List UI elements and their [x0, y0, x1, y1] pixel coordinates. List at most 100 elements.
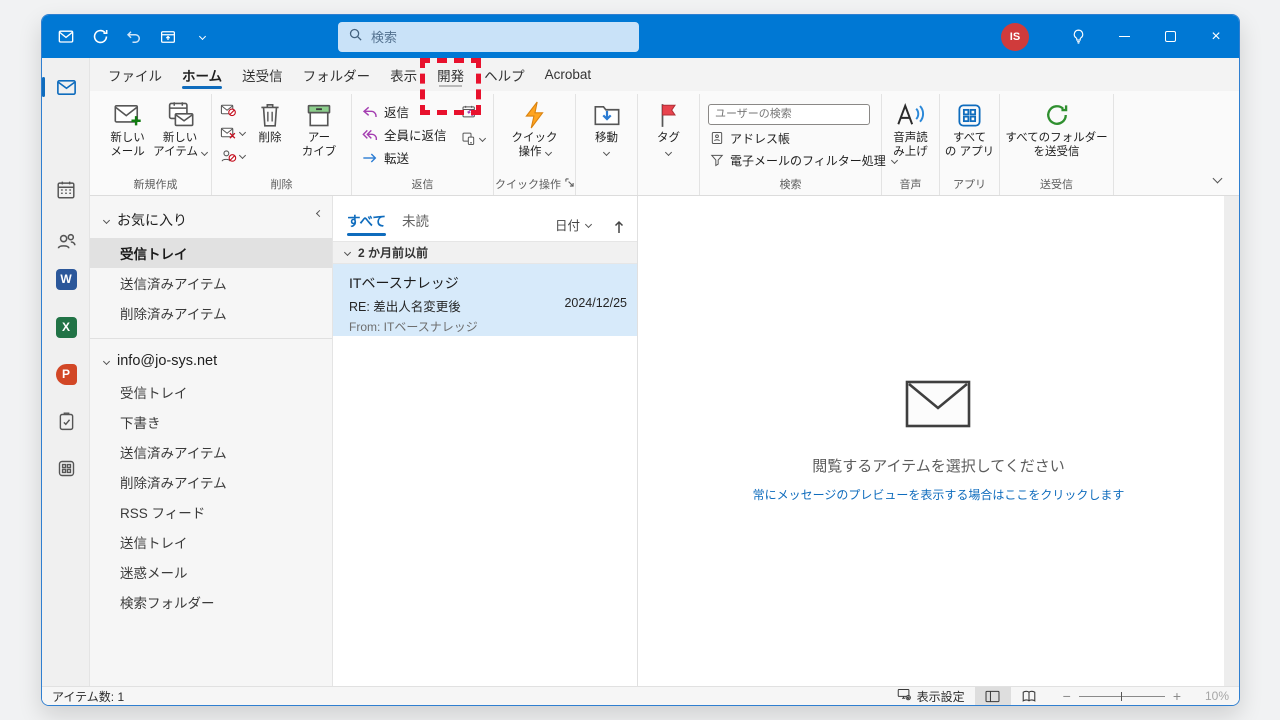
sort-direction-button[interactable] [613, 220, 625, 234]
tab-unread[interactable]: 未読 [402, 210, 429, 234]
all-apps-button[interactable]: すべて の アプリ [944, 97, 995, 175]
ignore-button[interactable] [220, 101, 245, 118]
folder-outbox[interactable]: 送信トレイ [90, 527, 332, 557]
cleanup-button[interactable] [220, 124, 247, 141]
group-label-new: 新規作成 [133, 178, 178, 191]
rail-powerpoint-icon[interactable]: P [52, 360, 80, 388]
outlook-window: IS × W X [41, 14, 1240, 706]
folder-junk[interactable]: 迷惑メール [90, 557, 332, 587]
dialog-launcher-icon[interactable] [565, 177, 574, 190]
block-sender-button[interactable] [220, 147, 247, 164]
minimize-button[interactable] [1101, 15, 1147, 58]
folder-favorite-inbox[interactable]: 受信トレイ [90, 238, 332, 268]
close-button[interactable]: × [1193, 15, 1239, 58]
sort-by-date-button[interactable]: 日付 [555, 215, 593, 234]
folder-favorite-sent[interactable]: 送信済みアイテム [90, 268, 332, 298]
folder-rss[interactable]: RSS フィード [90, 497, 332, 527]
tags-button[interactable]: タグ [642, 97, 695, 175]
always-preview-link[interactable]: 常にメッセージのプレビューを表示する場合はここをクリックします [753, 486, 1125, 503]
search-input[interactable] [371, 29, 629, 45]
maximize-button[interactable] [1147, 15, 1193, 58]
group-tags: タグ [638, 94, 700, 195]
find-user-input[interactable] [708, 103, 870, 125]
reply-button[interactable]: 返信 [360, 101, 449, 122]
tips-lightbulb-icon[interactable] [1055, 15, 1101, 58]
rail-word-icon[interactable]: W [52, 265, 80, 293]
archive-button[interactable]: アー カイブ [295, 97, 343, 175]
address-book-button[interactable]: アドレス帳 [708, 130, 792, 147]
message-date: 2024/12/25 [564, 296, 627, 310]
share-to-device-button[interactable] [461, 130, 487, 147]
chevron-down-icon [102, 216, 111, 224]
search-bar[interactable] [338, 22, 639, 52]
zoom-slider[interactable] [1078, 691, 1165, 701]
rail-more-apps-icon[interactable] [52, 454, 80, 482]
popout-window-icon[interactable] [158, 27, 178, 47]
item-count: アイテム数: 1 [52, 689, 125, 704]
new-mail-button[interactable]: 新しい メール [104, 97, 151, 175]
zoom-out-button[interactable]: − [1063, 688, 1071, 704]
titlebar-controls: IS × [1001, 15, 1239, 58]
layout-view-button[interactable] [974, 687, 1011, 705]
rail-people-icon[interactable] [52, 227, 80, 255]
rail-tasks-icon[interactable] [52, 407, 80, 435]
reading-view-button[interactable] [1011, 687, 1047, 705]
filter-email-button[interactable]: 電子メールのフィルター処理 [708, 152, 899, 169]
collapse-folder-pane-icon[interactable] [315, 204, 324, 219]
folder-deleted[interactable]: 削除済みアイテム [90, 467, 332, 497]
reading-pane-scrollbar[interactable] [1224, 196, 1239, 686]
folder-drafts[interactable]: 下書き [90, 407, 332, 437]
zoom-slider-handle[interactable] [1120, 691, 1123, 701]
tab-folder[interactable]: フォルダー [293, 58, 381, 91]
qat-customize-chevron-icon[interactable] [192, 27, 212, 47]
group-speech: 音声読 み上げ 音声 [882, 94, 940, 195]
group-label-find: 検索 [779, 178, 802, 191]
rail-mail-icon[interactable] [42, 73, 80, 101]
tab-home[interactable]: ホーム [172, 58, 232, 91]
new-item-button[interactable]: 新しい アイテム [153, 97, 209, 175]
favorites-header[interactable]: お気に入り [90, 202, 332, 238]
archive-icon [305, 99, 333, 131]
read-aloud-icon [896, 99, 926, 131]
empty-state: 閲覧するアイテムを選択してください 常にメッセージのプレビューを表示する場合はこ… [753, 380, 1125, 503]
folder-inbox[interactable]: 受信トレイ [90, 377, 332, 407]
undo-icon[interactable] [124, 27, 144, 47]
send-receive-all-button[interactable]: すべてのフォルダー を送受信 [1005, 97, 1109, 175]
zoom-in-button[interactable]: + [1173, 688, 1181, 704]
tab-developer[interactable]: 開発 [420, 58, 482, 115]
tab-help[interactable]: ヘルプ [474, 58, 535, 91]
send-receive-icon[interactable] [90, 27, 110, 47]
group-label-reply: 返信 [411, 178, 434, 191]
ribbon-collapse-chevron-icon[interactable] [1212, 169, 1223, 187]
folder-searchfolders[interactable]: 検索フォルダー [90, 587, 332, 617]
tab-sendreceive[interactable]: 送受信 [232, 58, 293, 91]
chevron-down-icon [238, 151, 247, 160]
move-button[interactable]: 移動 [580, 97, 633, 175]
new-item-icon [165, 99, 195, 131]
rail-calendar-icon[interactable] [52, 176, 80, 204]
outlook-logo-icon[interactable] [56, 27, 76, 47]
rail-excel-icon[interactable]: X [52, 313, 80, 341]
group-move: 移動 [576, 94, 638, 195]
group-header-row[interactable]: 2 か月前以前 [333, 241, 637, 264]
reading-pane: 閲覧するアイテムを選択してください 常にメッセージのプレビューを表示する場合はこ… [638, 196, 1239, 686]
title-bar: IS × [42, 15, 1239, 58]
move-folder-icon [593, 99, 621, 131]
tab-view[interactable]: 表示 [380, 58, 427, 91]
reply-all-button[interactable]: 全員に返信 [360, 124, 449, 145]
tab-all[interactable]: すべて [347, 210, 387, 236]
forward-button[interactable]: 転送 [360, 147, 449, 168]
message-row-selected[interactable]: ITベースナレッジ RE: 差出人名変更後 2024/12/25 From: I… [333, 264, 637, 336]
group-delete: 削除 アー カイブ 削除 [212, 94, 352, 195]
quick-steps-button[interactable]: クイック 操作 [507, 97, 563, 175]
delete-button[interactable]: 削除 [247, 97, 293, 175]
folder-favorite-deleted[interactable]: 削除済みアイテム [90, 298, 332, 328]
display-settings-button[interactable]: 表示設定 [887, 688, 975, 705]
meeting-reply-button[interactable] [461, 103, 485, 120]
tab-file[interactable]: ファイル [98, 58, 172, 91]
avatar[interactable]: IS [1001, 22, 1029, 51]
chevron-down-icon [602, 148, 611, 157]
account-header[interactable]: info@jo-sys.net [90, 345, 332, 377]
tab-acrobat[interactable]: Acrobat [535, 58, 602, 91]
folder-sent[interactable]: 送信済みアイテム [90, 437, 332, 467]
